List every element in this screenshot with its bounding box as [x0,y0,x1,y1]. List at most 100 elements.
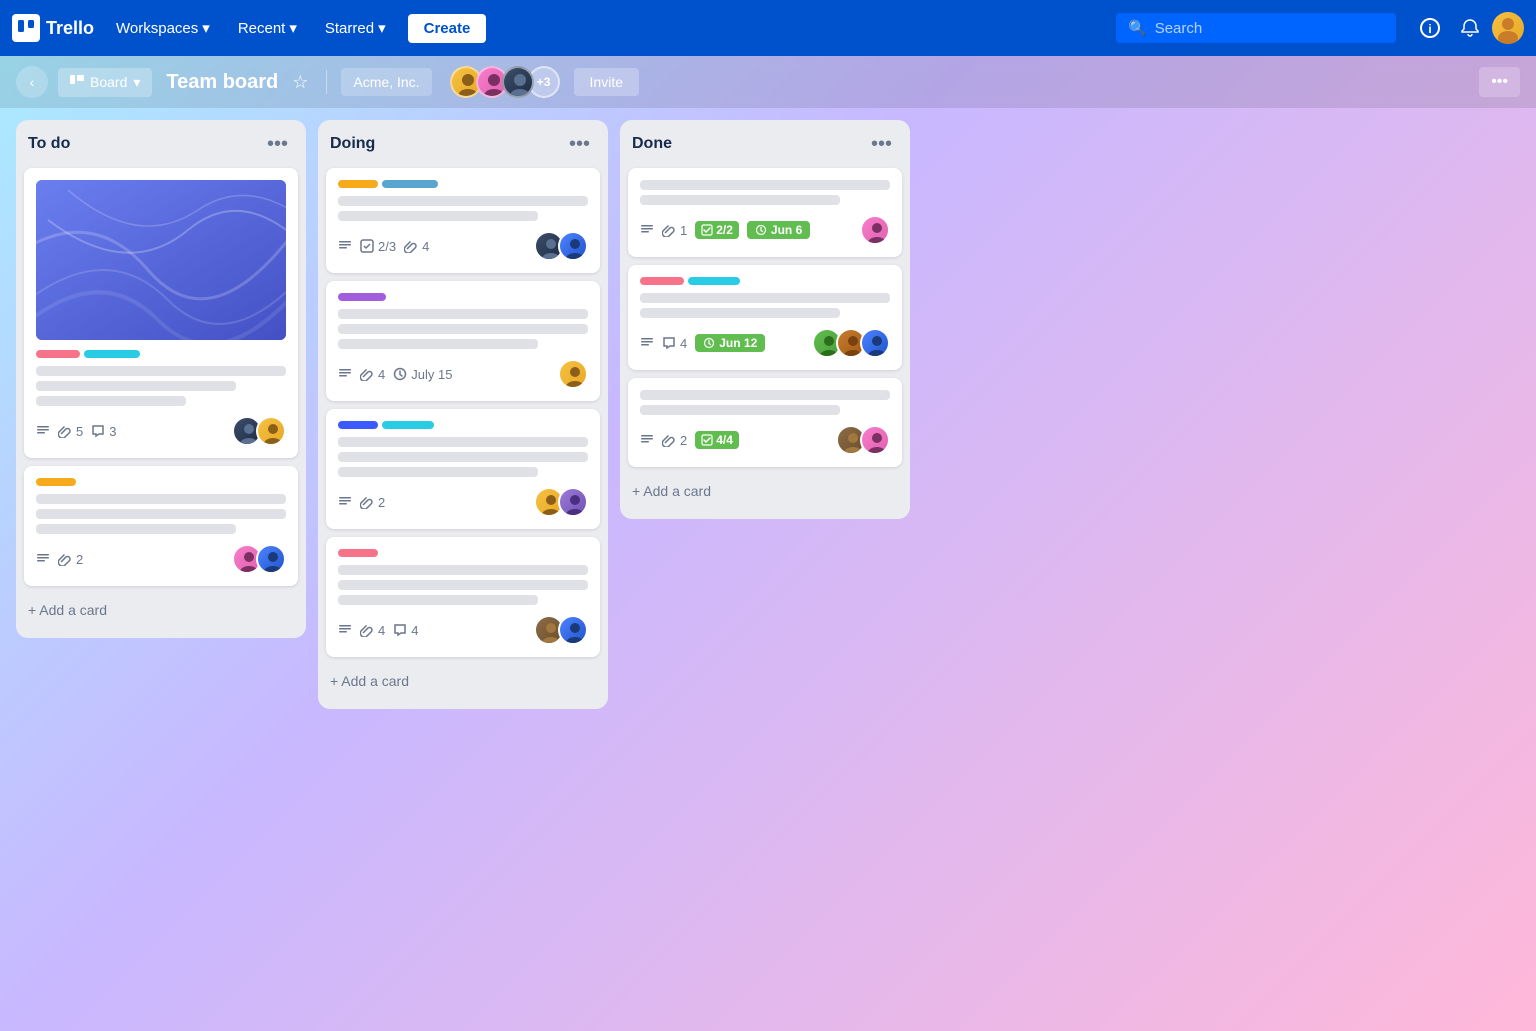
svg-text:i: i [1428,22,1431,36]
card-line-2 [36,381,236,391]
card-todo-1[interactable]: 5 3 [24,168,298,458]
card-description-icon [640,223,654,237]
more-options-button[interactable]: ••• [1479,67,1520,97]
card-avatar-2 [860,425,890,455]
board-title: Team board [166,71,278,94]
card-avatar-2 [256,544,286,574]
card-line-2 [640,308,840,318]
card-line-2 [338,580,588,590]
user-avatar[interactable] [1492,12,1524,44]
card-content-lines [338,565,588,605]
card-description-icon [338,623,352,637]
card-content-lines [338,309,588,349]
header-divider [326,70,327,94]
attachments-count: 5 [76,424,83,439]
card-attachments: 4 [360,367,385,382]
attachments-count: 2 [76,552,83,567]
card-checklist: 2/3 [360,239,396,254]
search-input[interactable] [1155,20,1384,37]
card-labels [36,350,286,358]
workspaces-nav[interactable]: Workspaces ▾ [106,13,220,43]
card-doing-4[interactable]: 4 4 [326,537,600,657]
card-description-icon [338,495,352,509]
board-view-button[interactable]: Board ▾ [58,68,152,97]
card-line-1 [36,494,286,504]
checklist-count: 2/2 [716,223,733,237]
recent-nav[interactable]: Recent ▾ [228,13,307,43]
due-date-badge: Jun 12 [695,334,765,352]
card-done-2[interactable]: 4 Jun 12 [628,265,902,370]
card-doing-1[interactable]: 2/3 4 [326,168,600,273]
due-date-text: Jun 12 [719,336,757,350]
workspaces-label: Workspaces [116,20,198,37]
card-avatar-3 [860,328,890,358]
card-description-icon [36,552,50,566]
column-todo: To do ••• [16,120,306,638]
column-todo-menu[interactable]: ••• [261,132,294,156]
card-attachments: 5 [58,424,83,439]
attachments-count: 4 [422,239,429,254]
card-avatars [232,544,286,574]
comments-count: 3 [109,424,116,439]
comments-count: 4 [680,336,687,351]
card-doing-3[interactable]: 2 [326,409,600,529]
card-avatars [836,425,890,455]
board-content: To do ••• [0,108,1536,1023]
board-view-chevron: ▾ [133,74,140,91]
board-header: ‹ Board ▾ Team board ☆ Acme, Inc. +3 Inv… [0,56,1536,108]
board-view-label: Board [90,74,127,90]
notifications-button[interactable] [1452,10,1488,46]
card-due-date: July 15 [393,367,452,382]
sidebar-toggle[interactable]: ‹ [16,66,48,98]
checklist-badge: 4/4 [695,431,739,449]
create-button[interactable]: Create [408,14,487,43]
card-done-1[interactable]: 1 2/2 Jun 6 [628,168,902,257]
card-done-3[interactable]: 2 4/4 [628,378,902,467]
invite-button[interactable]: Invite [574,68,639,96]
card-comments: 4 [662,336,687,351]
member-avatar-3[interactable] [502,66,534,98]
logo[interactable]: Trello [12,14,94,42]
card-line-2 [338,211,538,221]
card-avatars [860,215,890,245]
label-pink [338,549,378,557]
card-footer: 2/3 4 [338,231,588,261]
starred-chevron: ▾ [378,19,386,37]
starred-nav[interactable]: Starred ▾ [315,13,396,43]
card-footer: 5 3 [36,416,286,446]
workspace-badge[interactable]: Acme, Inc. [341,68,431,96]
add-card-todo[interactable]: + Add a card [24,594,298,626]
add-card-doing[interactable]: + Add a card [326,665,600,697]
checklist-count: 4/4 [716,433,733,447]
card-doing-2[interactable]: 4 July 15 [326,281,600,401]
app-header: Trello Workspaces ▾ Recent ▾ Starred ▾ C… [0,0,1536,56]
column-done-header: Done ••• [628,132,902,160]
card-labels [36,478,286,486]
card-todo-2[interactable]: 2 [24,466,298,586]
starred-label: Starred [325,20,374,37]
add-card-done[interactable]: + Add a card [628,475,902,507]
card-line-2 [640,195,840,205]
card-footer: 2 4/4 [640,425,890,455]
column-done-menu[interactable]: ••• [865,132,898,156]
column-todo-header: To do ••• [24,132,298,160]
due-date-text: Jun 6 [771,223,802,237]
card-content-lines [36,494,286,534]
label-pink [36,350,80,358]
column-doing-title: Doing [330,135,375,153]
search-bar[interactable]: 🔍 [1116,13,1396,43]
logo-text: Trello [46,18,94,39]
card-labels [338,549,588,557]
column-doing-header: Doing ••• [326,132,600,160]
card-avatar-1 [860,215,890,245]
label-yellow [36,478,76,486]
card-content-lines [338,437,588,477]
card-footer: 2 [36,544,286,574]
card-content-lines [36,366,286,406]
member-avatars: +3 [450,66,560,98]
column-doing-menu[interactable]: ••• [563,132,596,156]
info-button[interactable]: i [1412,10,1448,46]
star-button[interactable]: ☆ [288,68,312,97]
column-todo-title: To do [28,135,70,153]
card-attachments: 2 [662,433,687,448]
